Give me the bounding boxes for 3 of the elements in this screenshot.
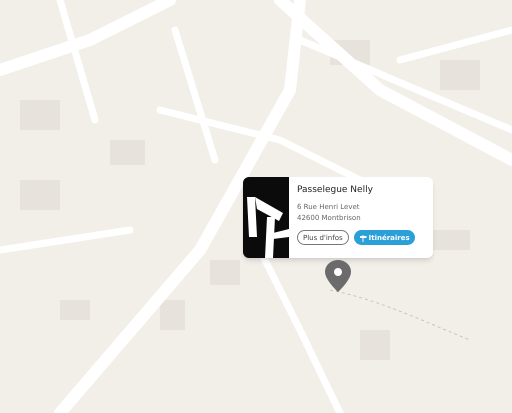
signpost-icon	[358, 234, 367, 242]
place-name: Passelegue Nelly	[297, 185, 374, 196]
map-pin-icon	[325, 260, 351, 292]
